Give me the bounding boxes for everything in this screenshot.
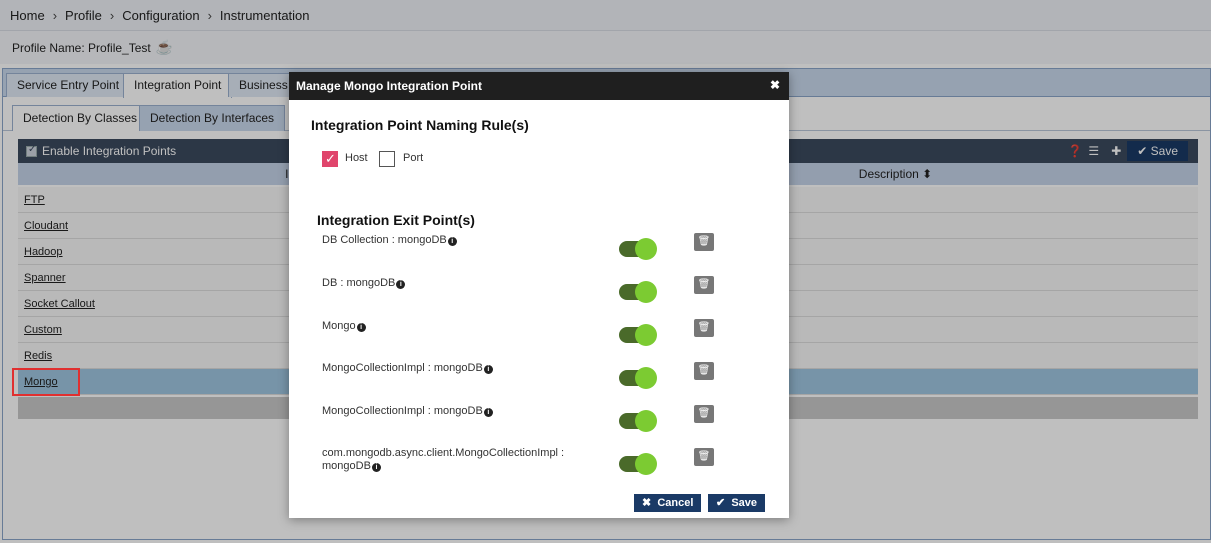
exit-point-toggle[interactable]	[619, 367, 657, 389]
check-icon: ✔	[716, 497, 726, 509]
trash-icon[interactable]: 🗑	[694, 448, 714, 466]
port-label: Port	[403, 152, 424, 164]
trash-icon[interactable]: 🗑	[694, 405, 714, 423]
info-icon[interactable]: i	[396, 280, 406, 289]
port-checkbox[interactable]	[379, 151, 395, 167]
manage-mongo-dialog: Manage Mongo Integration Point ✖ Integra…	[289, 72, 789, 518]
info-icon[interactable]: i	[483, 408, 493, 417]
exit-point-label: com.mongodb.async.client.MongoCollection…	[322, 447, 565, 472]
cancel-button[interactable]: ✖ Cancel	[634, 494, 702, 512]
trash-icon[interactable]: 🗑	[694, 276, 714, 294]
info-icon[interactable]: i	[447, 237, 457, 246]
host-label: Host	[345, 152, 368, 164]
trash-icon[interactable]: 🗑	[694, 319, 714, 337]
close-icon: ✖	[642, 497, 652, 509]
info-icon[interactable]: i	[371, 463, 381, 472]
exit-point-label: MongoCollectionImpl : mongoDB i	[322, 362, 592, 375]
host-checkbox[interactable]	[322, 151, 338, 167]
highlight-box	[12, 368, 80, 396]
exit-point-toggle[interactable]	[619, 410, 657, 432]
exit-point-label: Mongo i	[322, 320, 592, 333]
info-icon[interactable]: i	[483, 365, 493, 374]
save-button[interactable]: ✔ Save	[708, 494, 766, 512]
naming-rules-title: Integration Point Naming Rule(s)	[311, 117, 529, 133]
exit-points-title: Integration Exit Point(s)	[317, 212, 475, 228]
exit-point-label: DB : mongoDB i	[322, 277, 592, 290]
exit-point-toggle[interactable]	[619, 453, 657, 475]
exit-point-toggle[interactable]	[619, 281, 657, 303]
trash-icon[interactable]: 🗑	[694, 362, 714, 380]
exit-point-label: DB Collection : mongoDB i	[322, 234, 592, 247]
info-icon[interactable]: i	[356, 323, 366, 332]
trash-icon[interactable]: 🗑	[694, 233, 714, 251]
exit-point-toggle[interactable]	[619, 238, 657, 260]
dialog-title: Manage Mongo Integration Point	[296, 79, 482, 93]
exit-point-toggle[interactable]	[619, 324, 657, 346]
close-icon[interactable]: ✖	[770, 78, 780, 92]
exit-point-label: MongoCollectionImpl : mongoDB i	[322, 405, 592, 418]
dialog-title-bar: Manage Mongo Integration Point ✖	[289, 72, 789, 100]
